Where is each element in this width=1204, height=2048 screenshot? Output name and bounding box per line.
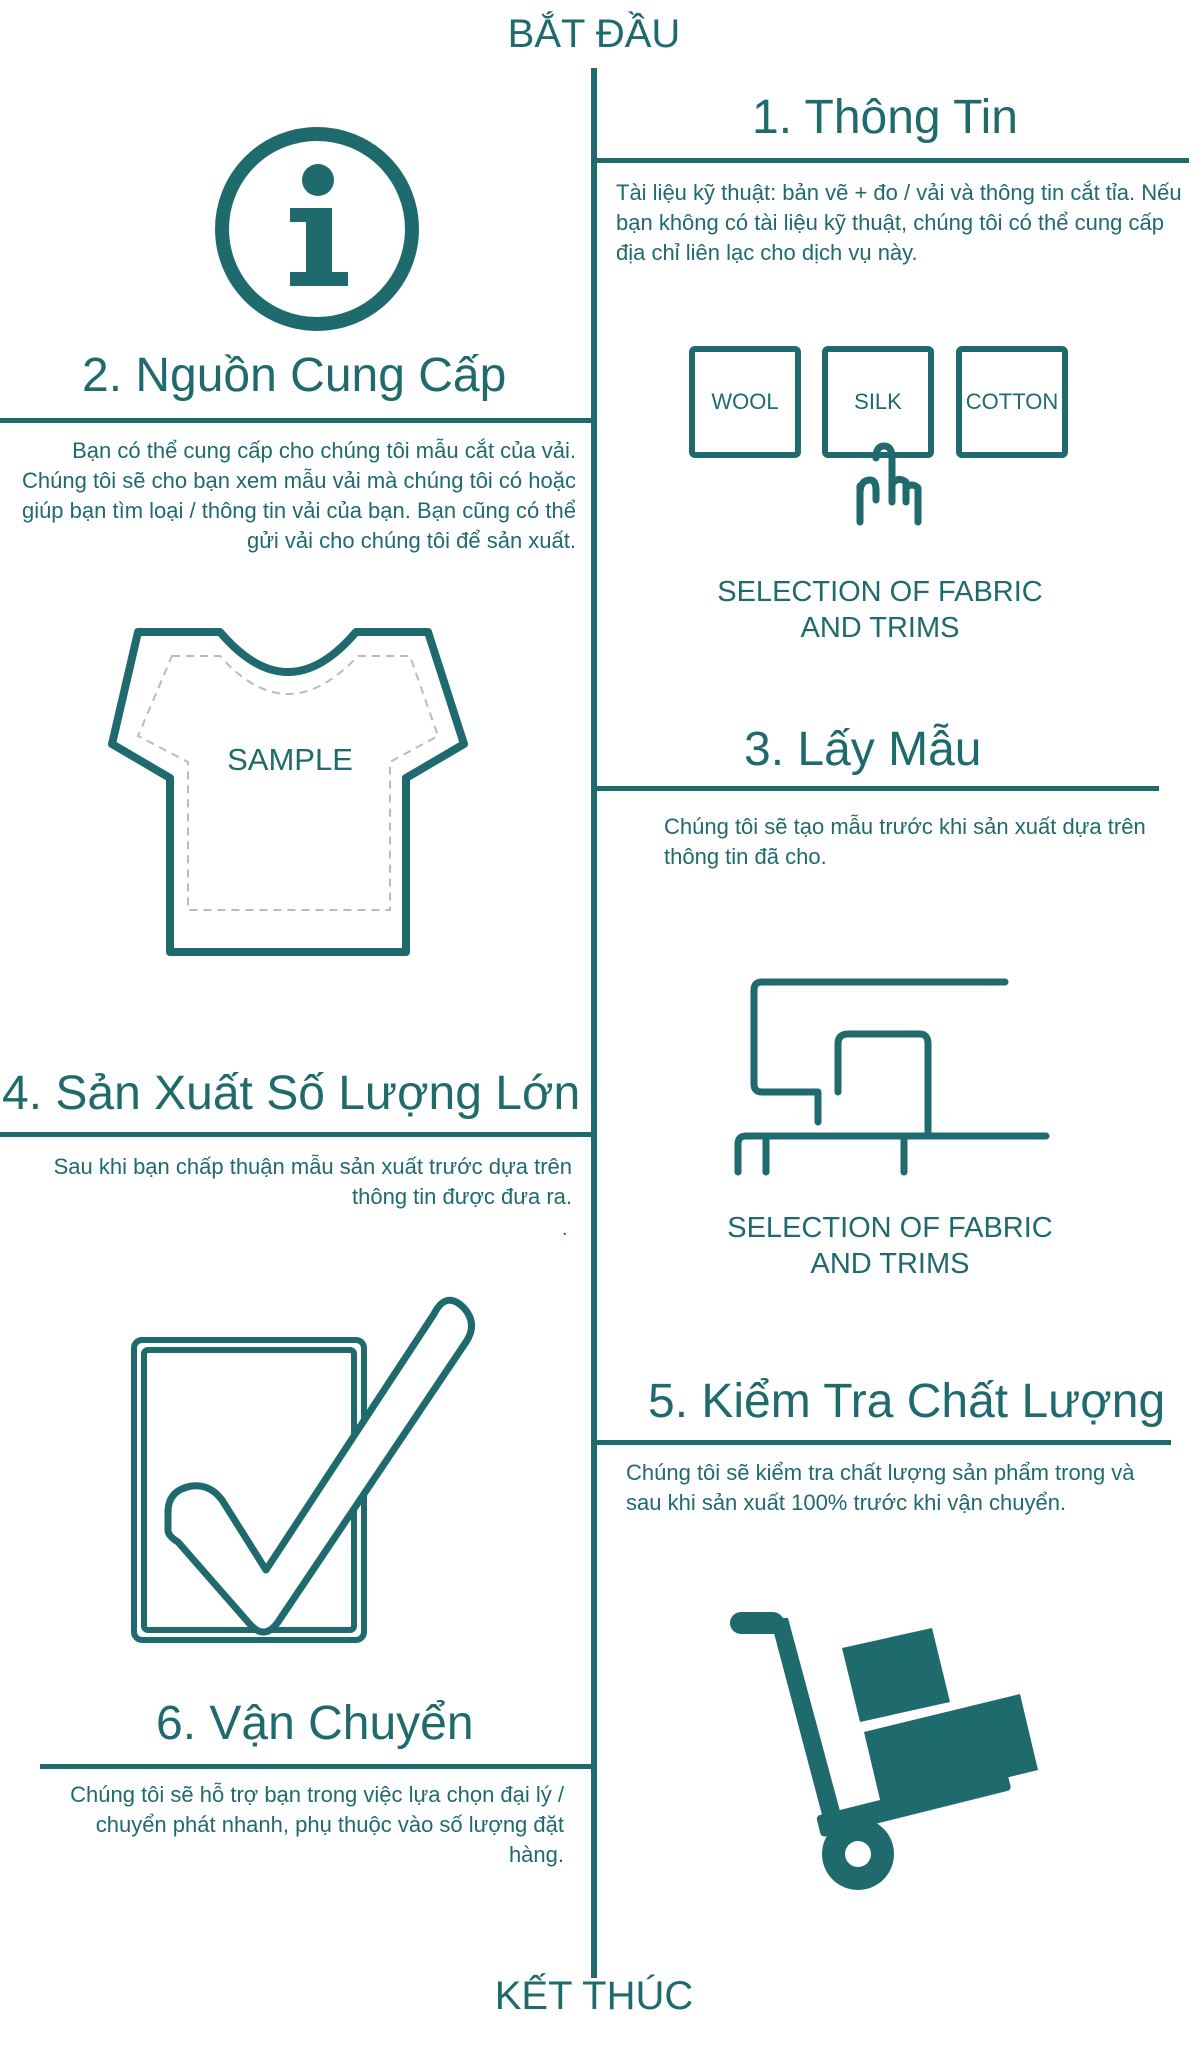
checkbox-check-icon <box>131 1296 475 1643</box>
timeline-vertical-line <box>591 68 597 1978</box>
sample-label: SAMPLE <box>227 742 353 777</box>
step-4-text: Sau khi bạn chấp thuận mẫu sản xuất trướ… <box>53 1154 572 1209</box>
step-1-text: Tài liệu kỹ thuật: bản vẽ + đo / vải và … <box>616 180 1182 265</box>
step-1-rule <box>597 158 1189 163</box>
fabric-option-wool: WOOL <box>689 346 801 458</box>
sewing-machine-icon <box>734 978 1050 1176</box>
step-5-rule <box>597 1440 1171 1445</box>
step-4-title: 4. Sản Xuất Số Lượng Lớn <box>2 1067 581 1120</box>
step-4-dot: . <box>562 1218 568 1240</box>
step-2-text: Bạn có thể cung cấp cho chúng tôi mẫu cắ… <box>21 438 576 553</box>
step-3-rule <box>597 786 1159 791</box>
sewing-caption-line-2: AND TRIMS <box>810 1248 970 1280</box>
end-label: KẾT THÚC <box>494 1974 694 2018</box>
step-1-title: 1. Thông Tin <box>752 91 1018 144</box>
step-6-title: 6. Vận Chuyển <box>156 1697 474 1750</box>
fabric-caption: SELECTION OF FABRIC AND TRIMS <box>680 574 1080 646</box>
pointing-hand-icon <box>856 442 922 526</box>
fabric-option-label: WOOL <box>711 389 779 414</box>
step-4-rule <box>0 1132 591 1137</box>
fabric-caption-line-2: AND TRIMS <box>800 612 960 644</box>
step-6-text: Chúng tôi sẽ hỗ trợ bạn trong việc lựa c… <box>70 1782 564 1867</box>
step-2-rule <box>0 418 591 423</box>
step-5-title: 5. Kiểm Tra Chất Lượng <box>648 1375 1166 1428</box>
fabric-option-label: SILK <box>854 389 902 414</box>
hand-truck-icon <box>730 1612 1038 1890</box>
tshirt-icon <box>108 628 468 956</box>
step-2-title: 2. Nguồn Cung Cấp <box>82 349 507 402</box>
fabric-option-label: COTTON <box>965 389 1059 414</box>
fabric-caption-line-1: SELECTION OF FABRIC <box>717 576 1043 608</box>
step-5-text: Chúng tôi sẽ kiểm tra chất lượng sản phẩ… <box>626 1460 1135 1515</box>
info-icon <box>215 127 419 331</box>
sewing-caption: SELECTION OF FABRIC AND TRIMS <box>690 1210 1090 1282</box>
fabric-option-cotton: COTTON <box>956 346 1068 458</box>
step-3-title: 3. Lấy Mẫu <box>744 723 982 776</box>
step-3-text: Chúng tôi sẽ tạo mẫu trước khi sản xuất … <box>664 814 1146 869</box>
step-6-rule <box>40 1764 591 1769</box>
start-label: BẮT ĐẦU <box>507 12 681 56</box>
sewing-caption-line-1: SELECTION OF FABRIC <box>727 1212 1053 1244</box>
